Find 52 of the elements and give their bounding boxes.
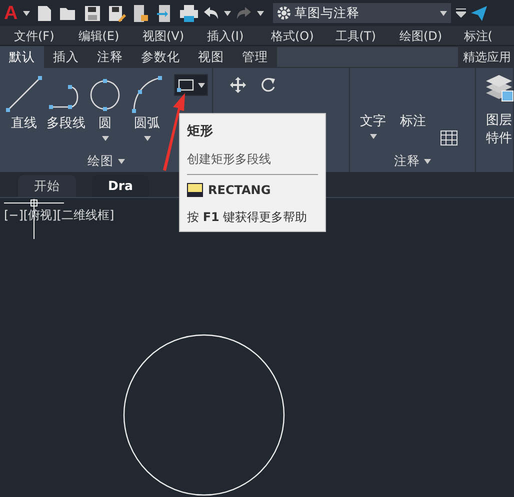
save-as-icon[interactable] xyxy=(106,4,126,22)
file-tab[interactable]: Dra xyxy=(92,175,149,197)
command-name: RECTANG xyxy=(208,182,271,198)
caret-icon[interactable] xyxy=(144,136,150,141)
tool-label: 特件 xyxy=(486,130,512,146)
caret-icon[interactable] xyxy=(102,136,108,141)
tool-label[interactable]: 图层 xyxy=(486,113,512,129)
tooltip-title: 矩形 xyxy=(187,123,214,141)
move-icon[interactable] xyxy=(229,76,247,94)
caret-icon[interactable] xyxy=(440,10,447,16)
redo-icon[interactable] xyxy=(236,6,252,20)
workspace-dropdown[interactable]: 草图与注释 xyxy=(272,3,451,23)
menu-item[interactable]: 格式(O) xyxy=(257,26,322,44)
caret-icon[interactable] xyxy=(22,10,30,16)
menu-item[interactable]: 编辑(E) xyxy=(64,26,128,44)
help-text: 按 F1 键获得更多帮助 xyxy=(187,208,308,226)
rotate-icon[interactable] xyxy=(259,76,277,94)
menu-item[interactable]: 视图(V) xyxy=(128,26,193,44)
menu-item[interactable]: 文件(F) xyxy=(0,26,64,44)
caret-icon[interactable] xyxy=(224,10,231,16)
tool-label[interactable]: 直线 xyxy=(11,116,37,132)
panel-title[interactable]: 绘图 xyxy=(88,152,114,170)
tool-label[interactable]: 圆 xyxy=(98,116,112,132)
rectangle-icon xyxy=(177,78,195,92)
tool-label[interactable]: 文字 xyxy=(360,114,386,130)
tool-label[interactable]: 圆弧 xyxy=(134,116,160,132)
rectangle-button[interactable] xyxy=(174,74,208,96)
customize-icon[interactable] xyxy=(456,8,466,18)
menu-item[interactable]: 绘图(D) xyxy=(386,26,450,44)
caret-icon[interactable] xyxy=(118,158,124,164)
caret-icon[interactable] xyxy=(424,158,431,164)
send-icon[interactable] xyxy=(470,6,487,20)
arc-icon[interactable] xyxy=(130,74,164,114)
tool-label[interactable]: 多段线 xyxy=(46,116,86,132)
caret-icon[interactable] xyxy=(198,82,205,88)
panel-title[interactable]: 注释 xyxy=(394,152,420,170)
gear-icon xyxy=(276,6,291,20)
tooltip-description: 创建矩形多段线 xyxy=(187,150,272,168)
save-icon[interactable] xyxy=(82,4,102,22)
undo-icon[interactable] xyxy=(202,6,219,20)
table-icon[interactable] xyxy=(440,130,458,146)
file-tab[interactable]: 开始 xyxy=(18,175,76,197)
line-icon[interactable] xyxy=(4,74,44,114)
caret-icon[interactable] xyxy=(370,134,376,139)
menu-item[interactable]: 工具(T) xyxy=(321,26,386,44)
caret-icon[interactable] xyxy=(256,10,264,16)
command-icon xyxy=(187,182,203,196)
menu-item[interactable]: 插入(I) xyxy=(192,26,257,44)
tool-label[interactable]: 标注 xyxy=(400,114,426,130)
menu-item[interactable]: 标注( xyxy=(450,26,514,44)
ribbon-tab[interactable]: 默认 xyxy=(0,46,44,68)
print-icon[interactable] xyxy=(178,4,198,22)
